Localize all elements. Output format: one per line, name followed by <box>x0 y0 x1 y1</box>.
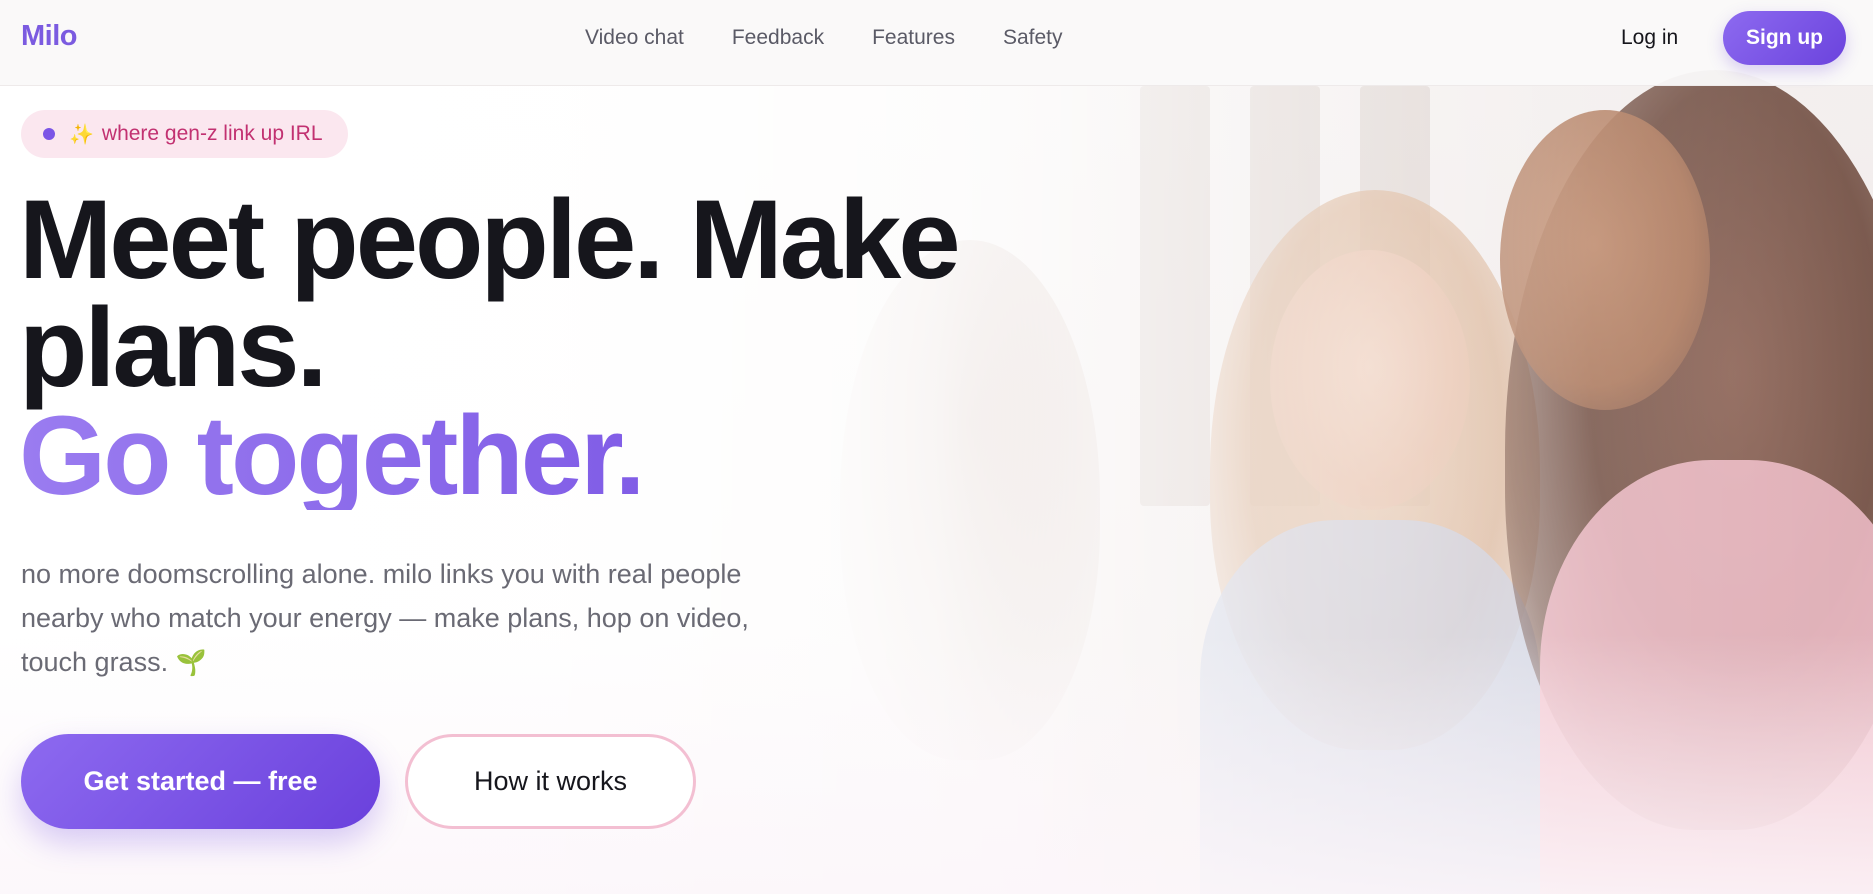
headline-line-2: plans. <box>19 285 328 410</box>
tagline-badge: ✨ where gen-z link up IRL <box>21 110 348 158</box>
hero-headline: Meet people. Make plans. Go together. <box>19 177 1119 512</box>
status-dot-icon <box>43 128 55 140</box>
nav-links: Video chat Feedback Features Safety <box>585 26 1111 50</box>
signup-button[interactable]: Sign up <box>1723 11 1846 65</box>
hero-subtext-body: no more doomscrolling alone. milo links … <box>21 559 749 677</box>
logo[interactable]: Milo <box>21 20 78 53</box>
nav-link-safety[interactable]: Safety <box>1003 26 1063 50</box>
top-navbar: Milo Video chat Feedback Features Safety… <box>0 0 1873 86</box>
hero-subtext: no more doomscrolling alone. milo links … <box>21 552 821 685</box>
nav-link-features[interactable]: Features <box>872 26 955 50</box>
tagline-text: where gen-z link up IRL <box>101 122 323 145</box>
how-it-works-button[interactable]: How it works <box>405 734 696 829</box>
nav-link-feedback[interactable]: Feedback <box>732 26 824 50</box>
login-link[interactable]: Log in <box>1621 26 1678 50</box>
headline-line-1: Meet people. Make <box>19 177 961 302</box>
sparkles-icon: ✨ <box>69 122 94 146</box>
nav-link-video-chat[interactable]: Video chat <box>585 26 684 50</box>
headline-accent: Go together. <box>19 400 1119 512</box>
seedling-icon: 🌱 <box>175 649 207 677</box>
get-started-button[interactable]: Get started — free <box>21 734 380 829</box>
